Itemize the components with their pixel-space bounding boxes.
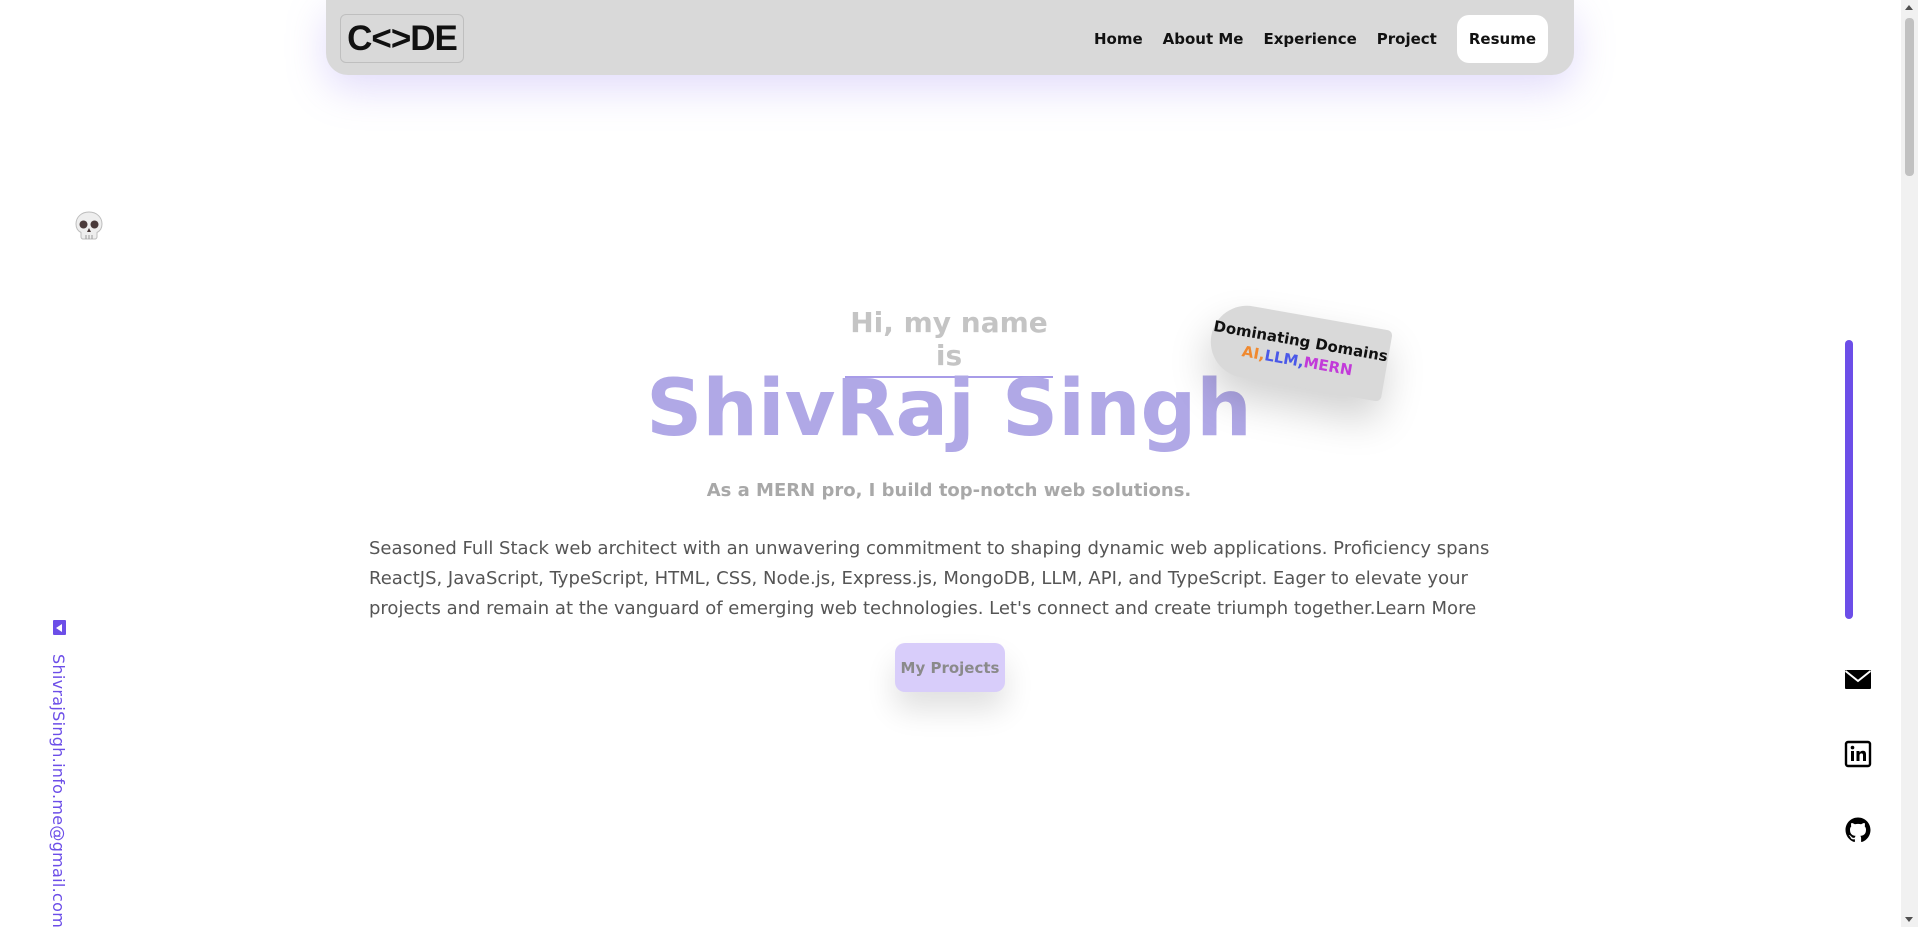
resume-button[interactable]: Resume bbox=[1456, 15, 1548, 63]
mail-icon[interactable] bbox=[1843, 664, 1873, 694]
my-projects-button[interactable]: My Projects bbox=[895, 643, 1005, 692]
hero-name: ShivRaj Singh bbox=[646, 364, 1252, 454]
skull-icon[interactable] bbox=[72, 209, 106, 243]
nav-link-about-me[interactable]: About Me bbox=[1163, 30, 1244, 48]
logo[interactable]: C<>DE bbox=[340, 14, 464, 63]
learn-more-link[interactable]: Learn More bbox=[1376, 598, 1477, 619]
domain-llm: LLM bbox=[1263, 346, 1300, 370]
nav-link-home[interactable]: Home bbox=[1094, 30, 1143, 48]
hero-tagline: As a MERN pro, I build top-notch web sol… bbox=[706, 480, 1192, 501]
nav-link-project[interactable]: Project bbox=[1377, 30, 1437, 48]
about-paragraph: Seasoned Full Stack web architect with a… bbox=[369, 534, 1509, 624]
page-scrollbar[interactable] bbox=[1901, 0, 1918, 927]
nav-links: Home About Me Experience Project Resume bbox=[1094, 15, 1548, 63]
scroll-progress-bar bbox=[1845, 340, 1853, 619]
nav-link-experience[interactable]: Experience bbox=[1263, 30, 1356, 48]
scroll-thumb[interactable] bbox=[1905, 18, 1914, 176]
scroll-up-arrow-icon[interactable] bbox=[1905, 5, 1913, 10]
about-text: Seasoned Full Stack web architect with a… bbox=[369, 538, 1490, 619]
linkedin-icon[interactable] bbox=[1843, 739, 1873, 769]
navbar: C<>DE Home About Me Experience Project R… bbox=[326, 0, 1574, 75]
email-indicator-icon bbox=[53, 620, 66, 635]
scroll-down-arrow-icon[interactable] bbox=[1905, 917, 1913, 922]
email-link[interactable]: ShivrajSingh.info.me@gmail.com bbox=[49, 654, 68, 927]
github-icon[interactable] bbox=[1843, 815, 1873, 845]
